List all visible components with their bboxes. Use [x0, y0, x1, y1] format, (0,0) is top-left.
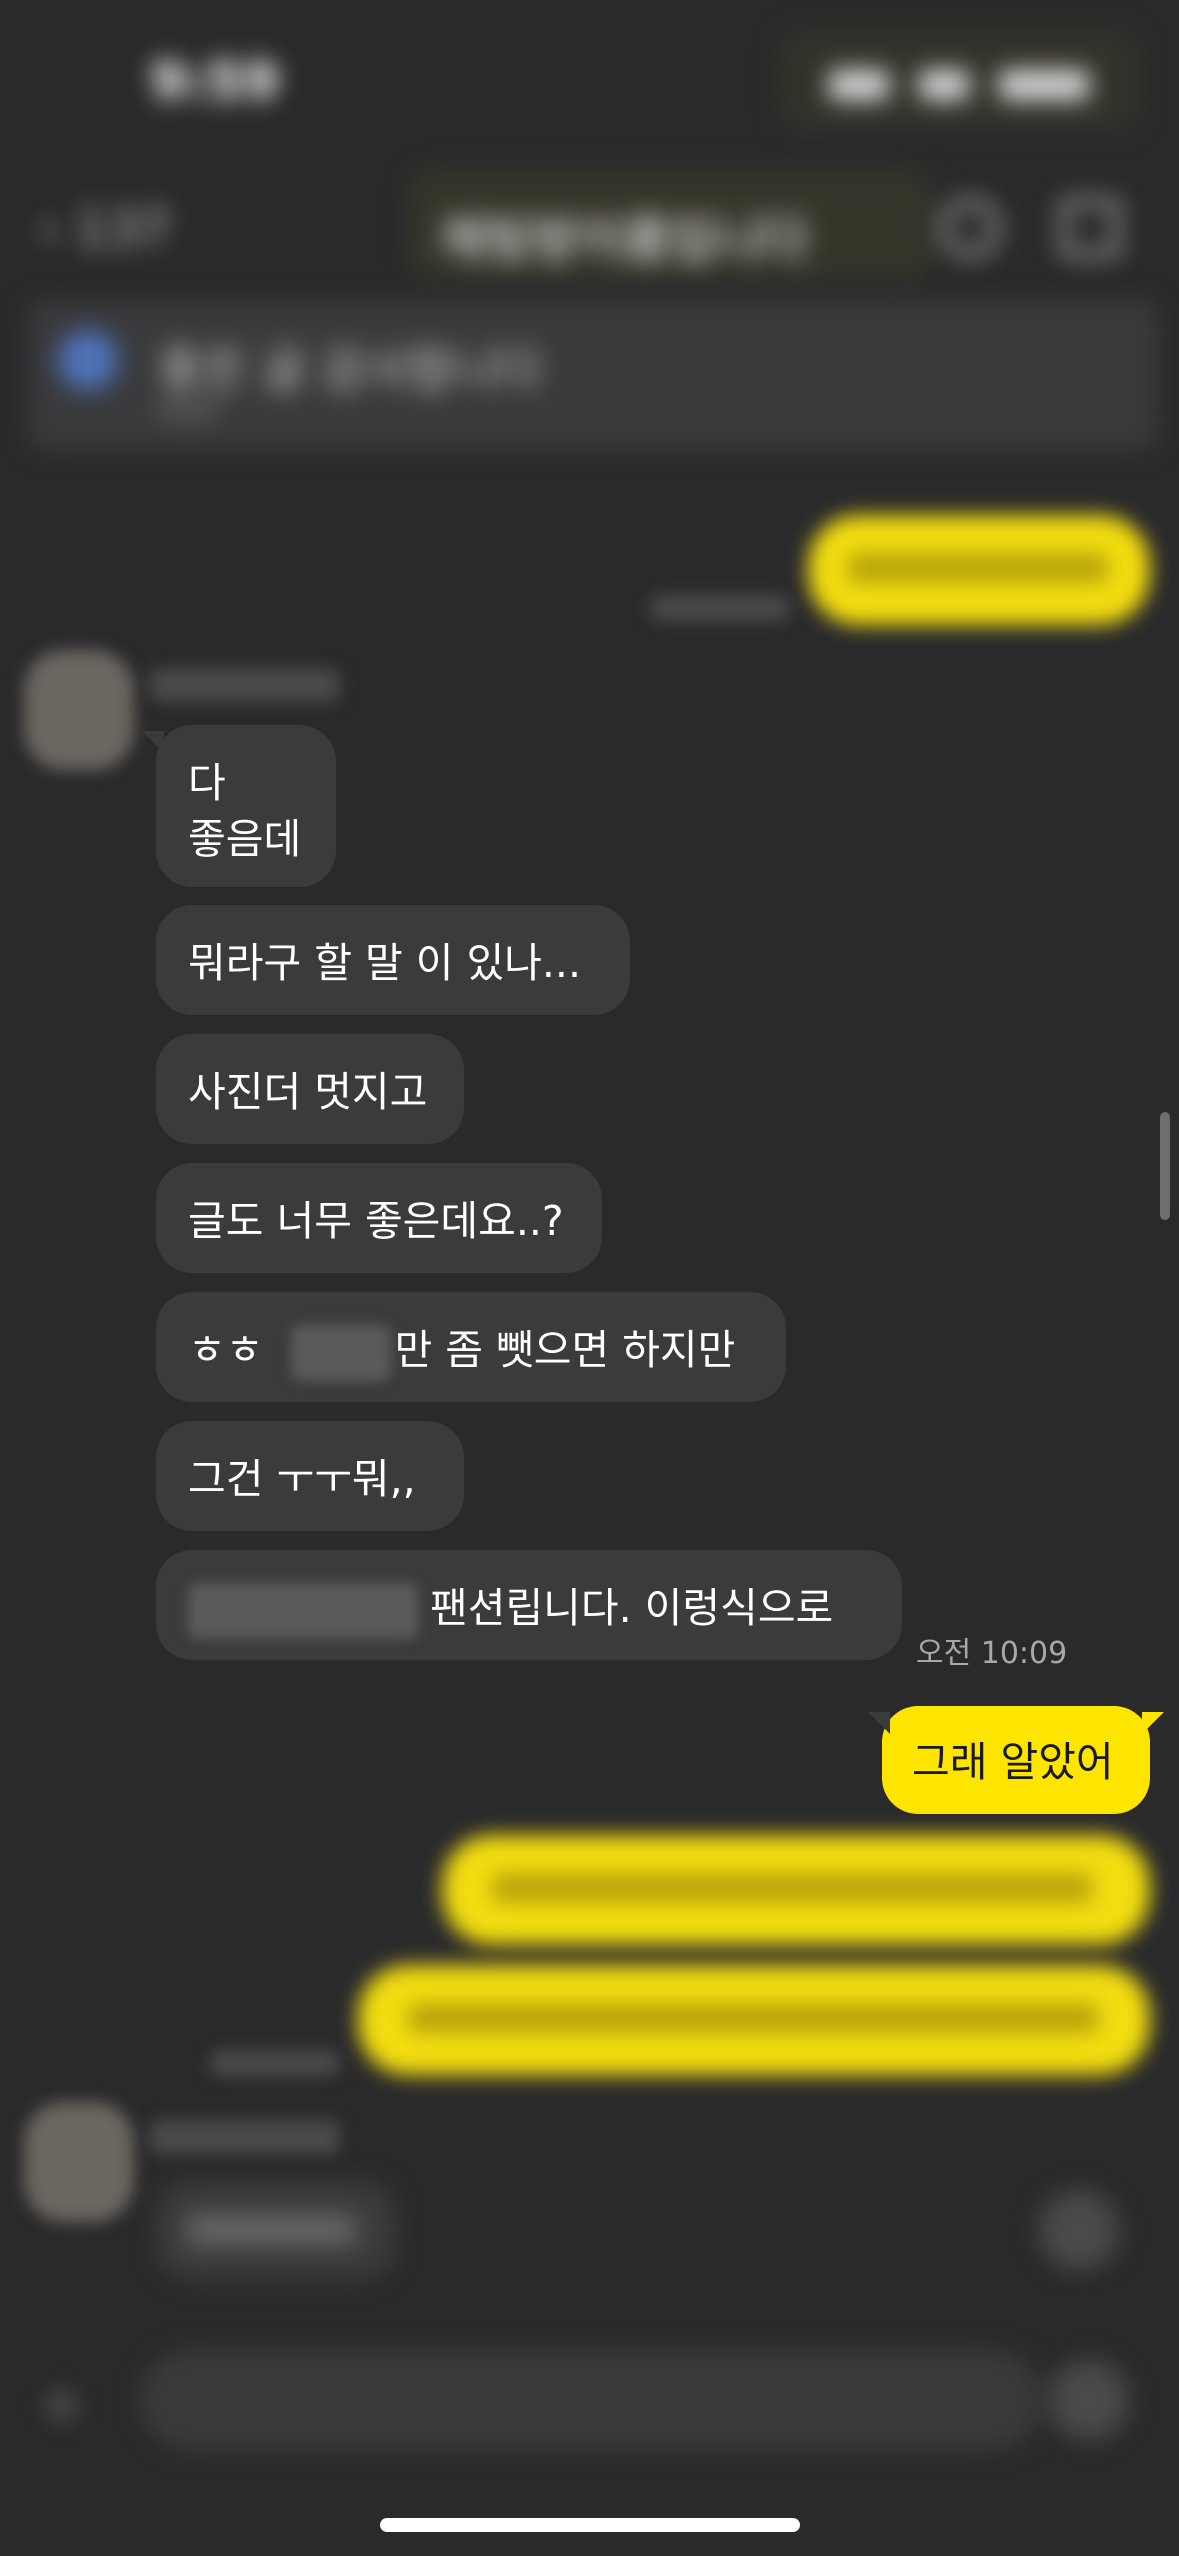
send-icon[interactable] — [1049, 2360, 1129, 2440]
my-message-bubble[interactable]: 그래 알았어 — [868, 1706, 1164, 1814]
outgoing-bubble-blurred — [442, 1835, 1150, 1945]
back-button[interactable]: ‹ 137 — [40, 200, 171, 258]
notice-banner[interactable]: 좋은 글 감사합니다 — [28, 300, 1158, 450]
outgoing-bubble-blurred — [808, 515, 1150, 625]
message-text: 그래 알았어 — [912, 1738, 1114, 1786]
sender-name — [150, 2120, 340, 2154]
chat-title-area: 채팅방이름입니다 — [410, 170, 930, 280]
message-timestamp: 오전 10:09 — [916, 1636, 1068, 1671]
notice-subtext — [158, 400, 218, 420]
scroll-down-button[interactable] — [1039, 2190, 1119, 2270]
message-input-bar: + — [0, 2330, 1179, 2470]
message-text: 다 — [188, 759, 226, 807]
menu-icon[interactable] — [1060, 198, 1120, 258]
outgoing-bubble-blurred — [358, 1965, 1150, 2075]
message-text: 글도 너무 좋은데요..? — [188, 1197, 564, 1245]
message-bubble[interactable]: 그건 ㅜㅜ뭐,, — [156, 1421, 464, 1531]
chat-title: 채팅방이름입니다 — [440, 211, 808, 269]
message-bubble[interactable]: 뭐라구 할 말 이 있나... — [156, 905, 630, 1015]
message-text: 만 좀 뺏으면 하지만 — [394, 1326, 736, 1374]
message-text: 뭐라구 할 말 이 있나... — [188, 939, 581, 987]
redacted-text — [188, 1583, 418, 1639]
message-text: ㅎㅎ — [188, 1326, 264, 1374]
read-timestamp-blurred — [650, 595, 790, 621]
plus-icon[interactable]: + — [40, 2375, 84, 2435]
message-bubble[interactable]: 다 좋음데 — [142, 725, 336, 887]
search-icon[interactable] — [940, 198, 1000, 258]
notice-text: 좋은 글 감사합니다 — [158, 342, 542, 398]
wifi-icon — [919, 70, 969, 100]
signal-icon — [829, 70, 889, 100]
battery-icon — [999, 70, 1089, 100]
home-indicator[interactable] — [380, 2518, 800, 2532]
avatar[interactable] — [24, 2102, 134, 2222]
message-bubble[interactable]: ㅎㅎ 만 좀 뺏으면 하지만 — [156, 1292, 786, 1402]
message-bubble[interactable]: 팬션립니다. 이렁식으로 — [156, 1550, 902, 1660]
read-timestamp-blurred — [210, 2050, 340, 2076]
message-text: 좋음데 — [188, 815, 302, 863]
message-input[interactable] — [140, 2350, 1040, 2450]
message-text: 팬션립니다. 이렁식으로 — [430, 1584, 834, 1632]
message-bubble[interactable]: 글도 너무 좋은데요..? — [156, 1163, 602, 1273]
message-text: 그건 ㅜㅜ뭐,, — [188, 1455, 416, 1503]
status-bar: 9:59 — [0, 0, 1179, 160]
scrollbar[interactable] — [1160, 1112, 1170, 1220]
sender-name — [150, 668, 340, 702]
chat-header: ‹ 137 채팅방이름입니다 — [0, 160, 1179, 290]
message-bubble-blurred — [156, 2180, 396, 2280]
status-icons — [779, 30, 1139, 130]
avatar[interactable] — [24, 650, 134, 770]
message-text: 사진더 멋지고 — [188, 1068, 428, 1116]
message-bubble[interactable]: 사진더 멋지고 — [156, 1034, 464, 1144]
status-time: 9:59 — [150, 52, 280, 112]
redacted-text — [290, 1325, 391, 1381]
megaphone-icon — [58, 330, 118, 390]
